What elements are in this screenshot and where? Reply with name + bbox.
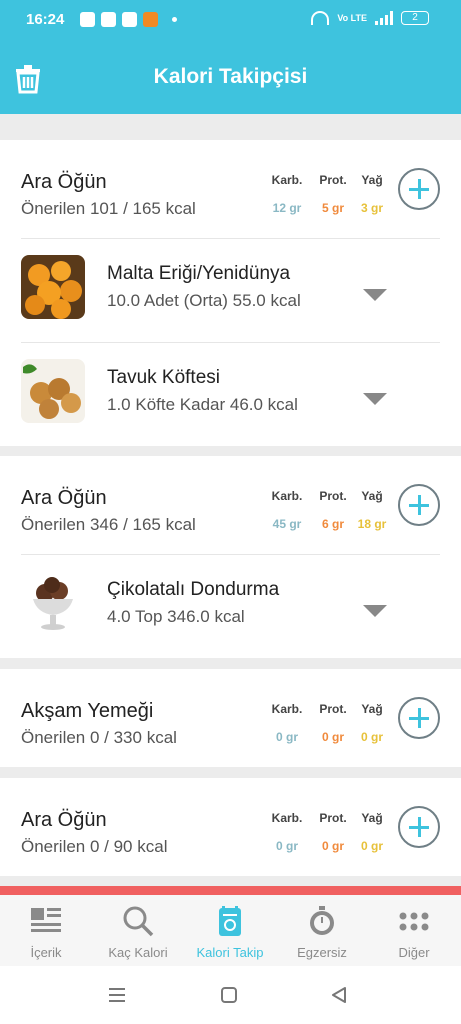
status-time: 16:24 [26, 11, 65, 28]
whatsapp-icon [80, 12, 95, 27]
nav-item-egzersiz[interactable]: Egzersiz [276, 895, 368, 966]
system-status-icons: Vo LTE 2 [311, 11, 429, 25]
meal-header: Ara Öğün Önerilen 346 / 165 kcal Karb. 45… [0, 456, 461, 554]
signal-icon [375, 11, 393, 25]
macro-prot-value: 6 gr [321, 517, 344, 531]
nav-label: Kalori Takip [196, 945, 264, 960]
expand-caret-icon[interactable] [363, 393, 387, 405]
macro-karb: Karb. 0 gr [265, 702, 309, 744]
macro-yag-value: 3 gr [360, 201, 383, 215]
tracker-icon [219, 906, 241, 936]
meal-header: Ara Öğün Önerilen 0 / 90 kcal Karb. 0 gr … [0, 778, 461, 876]
meal-header: Ara Öğün Önerilen 101 / 165 kcal Karb. 12… [0, 140, 461, 238]
macro-karb: Karb. 0 gr [265, 811, 309, 853]
food-name: Tavuk Köftesi [107, 367, 220, 388]
content-icon [31, 908, 61, 932]
nav-label: İçerik [30, 945, 62, 960]
meal-name: Ara Öğün [21, 487, 107, 509]
chicken-meatball-image [21, 359, 85, 423]
app-bar: Kalori Takipçisi [0, 40, 461, 114]
macro-prot: Prot. 5 gr [311, 173, 355, 215]
meal-name: Akşam Yemeği [21, 700, 154, 722]
meal-recommended: Önerilen 346 / 165 kcal [21, 515, 196, 534]
nav-item-kac-kalori[interactable]: Kaç Kalori [92, 895, 184, 966]
macro-yag: Yağ 18 gr [350, 489, 394, 531]
meal-card: Ara Öğün Önerilen 346 / 165 kcal Karb. 45… [0, 456, 461, 658]
macro-yag: Yağ 0 gr [350, 811, 394, 853]
macro-karb-value: 45 gr [272, 517, 302, 531]
macro-prot: Prot. 0 gr [311, 811, 355, 853]
food-name: Malta Eriği/Yenidünya [107, 263, 291, 284]
macro-karb-value: 0 gr [275, 839, 298, 853]
expand-caret-icon[interactable] [363, 605, 387, 617]
search-icon [123, 906, 154, 937]
macro-prot: Prot. 6 gr [311, 489, 355, 531]
nav-label: Egzersiz [297, 945, 347, 960]
more-icon [399, 912, 429, 931]
macro-prot-value: 5 gr [321, 201, 344, 215]
macro-karb-value: 12 gr [272, 201, 302, 215]
menu-icon[interactable] [108, 987, 126, 1003]
status-bar: 16:24 Vo LTE 2 [0, 0, 461, 40]
macro-karb: Karb. 12 gr [265, 173, 309, 215]
stopwatch-icon [310, 906, 334, 935]
meal-recommended: Önerilen 101 / 165 kcal [21, 199, 196, 218]
app-notification-icon [143, 12, 158, 27]
macro-prot-value: 0 gr [321, 839, 344, 853]
back-icon[interactable] [330, 987, 348, 1003]
box-icon [122, 12, 137, 27]
wifi-icon [311, 11, 330, 25]
add-food-button[interactable] [398, 484, 440, 526]
add-food-button[interactable] [398, 697, 440, 739]
battery-icon: 2 [401, 11, 429, 25]
meal-header: Akşam Yemeği Önerilen 0 / 330 kcal Karb.… [0, 669, 461, 767]
nav-label: Diğer [398, 945, 430, 960]
meal-name: Ara Öğün [21, 809, 107, 831]
home-icon[interactable] [220, 987, 238, 1003]
alert-bar [0, 886, 461, 895]
add-food-button[interactable] [398, 806, 440, 848]
meal-recommended: Önerilen 0 / 90 kcal [21, 837, 168, 856]
macro-yag: Yağ 0 gr [350, 702, 394, 744]
meal-card: Ara Öğün Önerilen 101 / 165 kcal Karb. 12… [0, 140, 461, 446]
expand-caret-icon[interactable] [363, 289, 387, 301]
page-title: Kalori Takipçisi [153, 65, 308, 88]
meal-name: Ara Öğün [21, 171, 107, 193]
macro-yag-value: 0 gr [360, 730, 383, 744]
meal-list[interactable]: Ara Öğün Önerilen 101 / 165 kcal Karb. 12… [0, 114, 461, 895]
ice-cream-image [21, 571, 85, 635]
macro-karb: Karb. 45 gr [265, 489, 309, 531]
notification-icons [80, 12, 177, 27]
nav-item-icerik[interactable]: İçerik [0, 895, 92, 966]
food-detail: 10.0 Adet (Orta) 55.0 kcal [107, 291, 301, 310]
nav-item-diger[interactable]: Diğer [368, 895, 460, 966]
macro-prot: Prot. 0 gr [311, 702, 355, 744]
message-icon [101, 12, 116, 27]
macro-prot-value: 0 gr [321, 730, 344, 744]
volte-icon: Vo LTE [337, 13, 367, 23]
top-bar: 16:24 Vo LTE 2 Kalori Takipçisi [0, 0, 461, 114]
bottom-nav: İçerik Kaç Kalori Kalori Takip Egzersiz [0, 895, 461, 966]
macro-yag-value: 18 gr [357, 517, 387, 531]
food-item[interactable]: Çikolatalı Dondurma 4.0 Top 346.0 kcal [0, 554, 461, 658]
nav-label: Kaç Kalori [108, 945, 168, 960]
meal-card: Ara Öğün Önerilen 0 / 90 kcal Karb. 0 gr … [0, 778, 461, 876]
add-food-button[interactable] [398, 168, 440, 210]
macro-yag: Yağ 3 gr [350, 173, 394, 215]
food-detail: 4.0 Top 346.0 kcal [107, 607, 245, 626]
macro-karb-value: 0 gr [275, 730, 298, 744]
food-item[interactable]: Tavuk Köftesi 1.0 Köfte Kadar 46.0 kcal [0, 342, 461, 446]
food-name: Çikolatalı Dondurma [107, 579, 280, 600]
nav-item-kalori-takip[interactable]: Kalori Takip [184, 895, 276, 966]
more-notifications-icon [172, 17, 177, 22]
meal-recommended: Önerilen 0 / 330 kcal [21, 728, 177, 747]
food-detail: 1.0 Köfte Kadar 46.0 kcal [107, 395, 298, 414]
system-nav-bar [0, 966, 461, 1024]
loquat-image [21, 255, 85, 319]
macro-yag-value: 0 gr [360, 839, 383, 853]
food-item[interactable]: Malta Eriği/Yenidünya 10.0 Adet (Orta) 5… [0, 238, 461, 342]
meal-card: Akşam Yemeği Önerilen 0 / 330 kcal Karb.… [0, 669, 461, 767]
